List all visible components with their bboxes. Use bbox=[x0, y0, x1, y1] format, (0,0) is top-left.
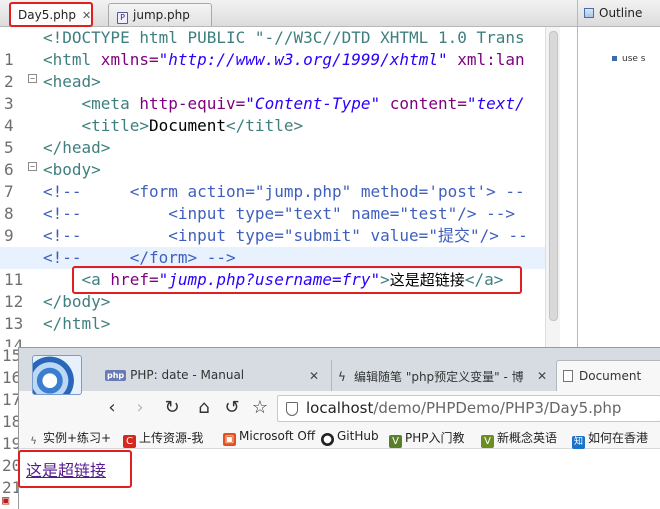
code-text: <head> bbox=[43, 72, 101, 91]
address-bar[interactable]: localhost/demo/PHPDemo/PHP3/Day5.php bbox=[277, 395, 660, 422]
browser-toolbar: ‹ › ↻ ⌂ ↺ ☆ localhost/demo/PHPDemo/PHP3/… bbox=[19, 391, 660, 425]
bookmark-item[interactable]: C 上传资源-我 bbox=[123, 429, 203, 448]
browser-tab-php-date[interactable]: php PHP: date - Manual ✕ bbox=[99, 360, 325, 391]
code-text: </head> bbox=[43, 138, 111, 157]
back-button[interactable]: ‹ bbox=[101, 397, 123, 419]
tab-day5-php[interactable]: Day5.php ✕ bbox=[9, 3, 93, 26]
code-line: 8 <!-- <form action="jump.php" method='p… bbox=[0, 181, 545, 223]
code-line: 14 </html> bbox=[0, 313, 545, 355]
code-text: <body> bbox=[43, 160, 101, 179]
office-icon: ▣ bbox=[223, 433, 236, 446]
error-marker-icon: ▣ bbox=[2, 493, 10, 507]
page-content: 这是超链接 bbox=[19, 449, 660, 509]
code-comment: <!-- </form> --> bbox=[43, 248, 236, 267]
browser-tab-edit-post[interactable]: ϟ 编辑随笔 "php预定义变量" - 博 ✕ bbox=[331, 360, 553, 391]
feather-icon: ϟ bbox=[338, 370, 346, 384]
scrollbar-thumb[interactable] bbox=[549, 31, 558, 321]
shield-icon bbox=[286, 402, 298, 416]
code-line: 7 − <body> bbox=[0, 159, 545, 201]
code-line: 3 − <head> bbox=[0, 71, 545, 113]
close-icon[interactable]: ✕ bbox=[537, 369, 547, 383]
browser-window: php PHP: date - Manual ✕ ϟ 编辑随笔 "php预定义变量"… bbox=[18, 347, 660, 509]
code-text: </html> bbox=[43, 314, 111, 333]
address-path: /demo/PHPDemo/PHP3/Day5.php bbox=[373, 399, 622, 417]
php-file-icon: P bbox=[117, 12, 128, 24]
editor-scrollbar[interactable] bbox=[545, 27, 560, 347]
code-line: 2 <html xmlns="http://www.w3.org/1999/xh… bbox=[0, 49, 545, 91]
forward-button[interactable]: › bbox=[129, 397, 151, 419]
code-comment: <!-- <form action="jump.php" method='pos… bbox=[43, 182, 525, 201]
bookmarks-bar: ϟ 实例+练习+ C 上传资源-我 ▣ Microsoft Off ● GitHub V… bbox=[19, 425, 660, 449]
browser-logo-icon bbox=[32, 355, 82, 395]
tab-jump-php[interactable]: Pjump.php bbox=[108, 3, 212, 26]
bookmark-icon: ϟ bbox=[30, 436, 37, 447]
statement-icon bbox=[612, 56, 617, 61]
outline-header[interactable]: Outline bbox=[578, 0, 660, 27]
github-icon: ● bbox=[321, 433, 334, 446]
code-line-current: 11 <!-- </form> --> bbox=[0, 247, 545, 289]
bookmark-item[interactable]: ● GitHub bbox=[321, 429, 379, 446]
page-icon bbox=[563, 370, 573, 382]
bookmark-star-button[interactable]: ☆ bbox=[249, 397, 271, 419]
editor-gutter-hidden: 15 16 17 18 19 20 21 ▣ bbox=[0, 346, 21, 509]
bookmark-item[interactable]: ▣ Microsoft Off bbox=[223, 429, 315, 446]
code-text: <meta http-equiv="Content-Type" content=… bbox=[43, 94, 525, 113]
bookmark-item[interactable]: ϟ 实例+练习+ bbox=[27, 429, 111, 448]
page-hyperlink[interactable]: 这是超链接 bbox=[26, 457, 106, 481]
code-comment: <!-- <input type="text" name="test"/> --… bbox=[43, 204, 516, 223]
fold-toggle-icon[interactable]: − bbox=[28, 162, 37, 171]
tab-label: 编辑随笔 "php预定义变量" - 博 bbox=[354, 370, 524, 384]
fold-toggle-icon[interactable]: − bbox=[28, 74, 37, 83]
code-line: 6 </head> bbox=[0, 137, 545, 179]
code-text: <!DOCTYPE html PUBLIC "-//W3C//DTD XHTML… bbox=[43, 28, 525, 47]
outline-title: Outline bbox=[599, 6, 643, 20]
code-line: 12 <a href="jump.php?username=fry">这是超链接… bbox=[0, 269, 545, 311]
reload-button[interactable]: ↻ bbox=[161, 397, 183, 419]
code-text: <title>Document</title> bbox=[43, 116, 304, 135]
code-comment: <!-- <input type="submit" value="提交"/> -… bbox=[43, 226, 528, 245]
bookmark-item[interactable]: V PHP入门教 bbox=[389, 429, 465, 448]
address-host: localhost bbox=[306, 399, 374, 417]
tab-label: PHP: date - Manual bbox=[130, 368, 245, 382]
zhihu-icon: 知 bbox=[572, 436, 585, 449]
restore-tab-button[interactable]: ↺ bbox=[221, 397, 243, 419]
tab-label: Day5.php bbox=[18, 8, 76, 22]
code-line: 10 <!-- <input type="submit" value="提交"/… bbox=[0, 225, 545, 267]
php-icon: php bbox=[105, 370, 127, 381]
outline-panel: Outline use s bbox=[577, 0, 660, 347]
outline-item[interactable]: use s bbox=[612, 54, 645, 64]
bookmark-icon: V bbox=[481, 435, 494, 448]
outline-icon bbox=[584, 8, 594, 18]
bookmark-item[interactable]: 知如何在香港 bbox=[572, 429, 648, 449]
close-icon[interactable]: ✕ bbox=[82, 9, 91, 22]
bookmark-icon: C bbox=[123, 435, 136, 448]
tab-label: jump.php bbox=[133, 8, 190, 22]
code-text: <a href="jump.php?username=fry">这是超链接</a… bbox=[43, 270, 504, 289]
code-line: 5 <title>Document</title> bbox=[0, 115, 545, 157]
code-line: 4 <meta http-equiv="Content-Type" conten… bbox=[0, 93, 545, 135]
bookmark-item[interactable]: V 新概念英语 bbox=[481, 429, 557, 448]
code-text: <html xmlns="http://www.w3.org/1999/xhtm… bbox=[43, 50, 525, 69]
tab-label: Document bbox=[579, 369, 642, 383]
code-line: 1 <!DOCTYPE html PUBLIC "-//W3C//DTD XHT… bbox=[0, 27, 545, 69]
home-button[interactable]: ⌂ bbox=[193, 397, 215, 419]
code-line: 13 </body> bbox=[0, 291, 545, 333]
bookmark-icon: V bbox=[389, 435, 402, 448]
close-icon[interactable]: ✕ bbox=[309, 369, 319, 383]
editor-tab-bar: Day5.php ✕ Pjump.php bbox=[0, 0, 577, 27]
outline-item-label: use s bbox=[622, 54, 646, 64]
code-line: 9 <!-- <input type="text" name="test"/> … bbox=[0, 203, 545, 245]
code-editor[interactable]: 1 <!DOCTYPE html PUBLIC "-//W3C//DTD XHT… bbox=[0, 27, 545, 355]
browser-tab-bar: php PHP: date - Manual ✕ ϟ 编辑随笔 "php预定义变量"… bbox=[19, 348, 660, 391]
browser-tab-document[interactable]: Document bbox=[556, 360, 660, 391]
code-text: </body> bbox=[43, 292, 111, 311]
